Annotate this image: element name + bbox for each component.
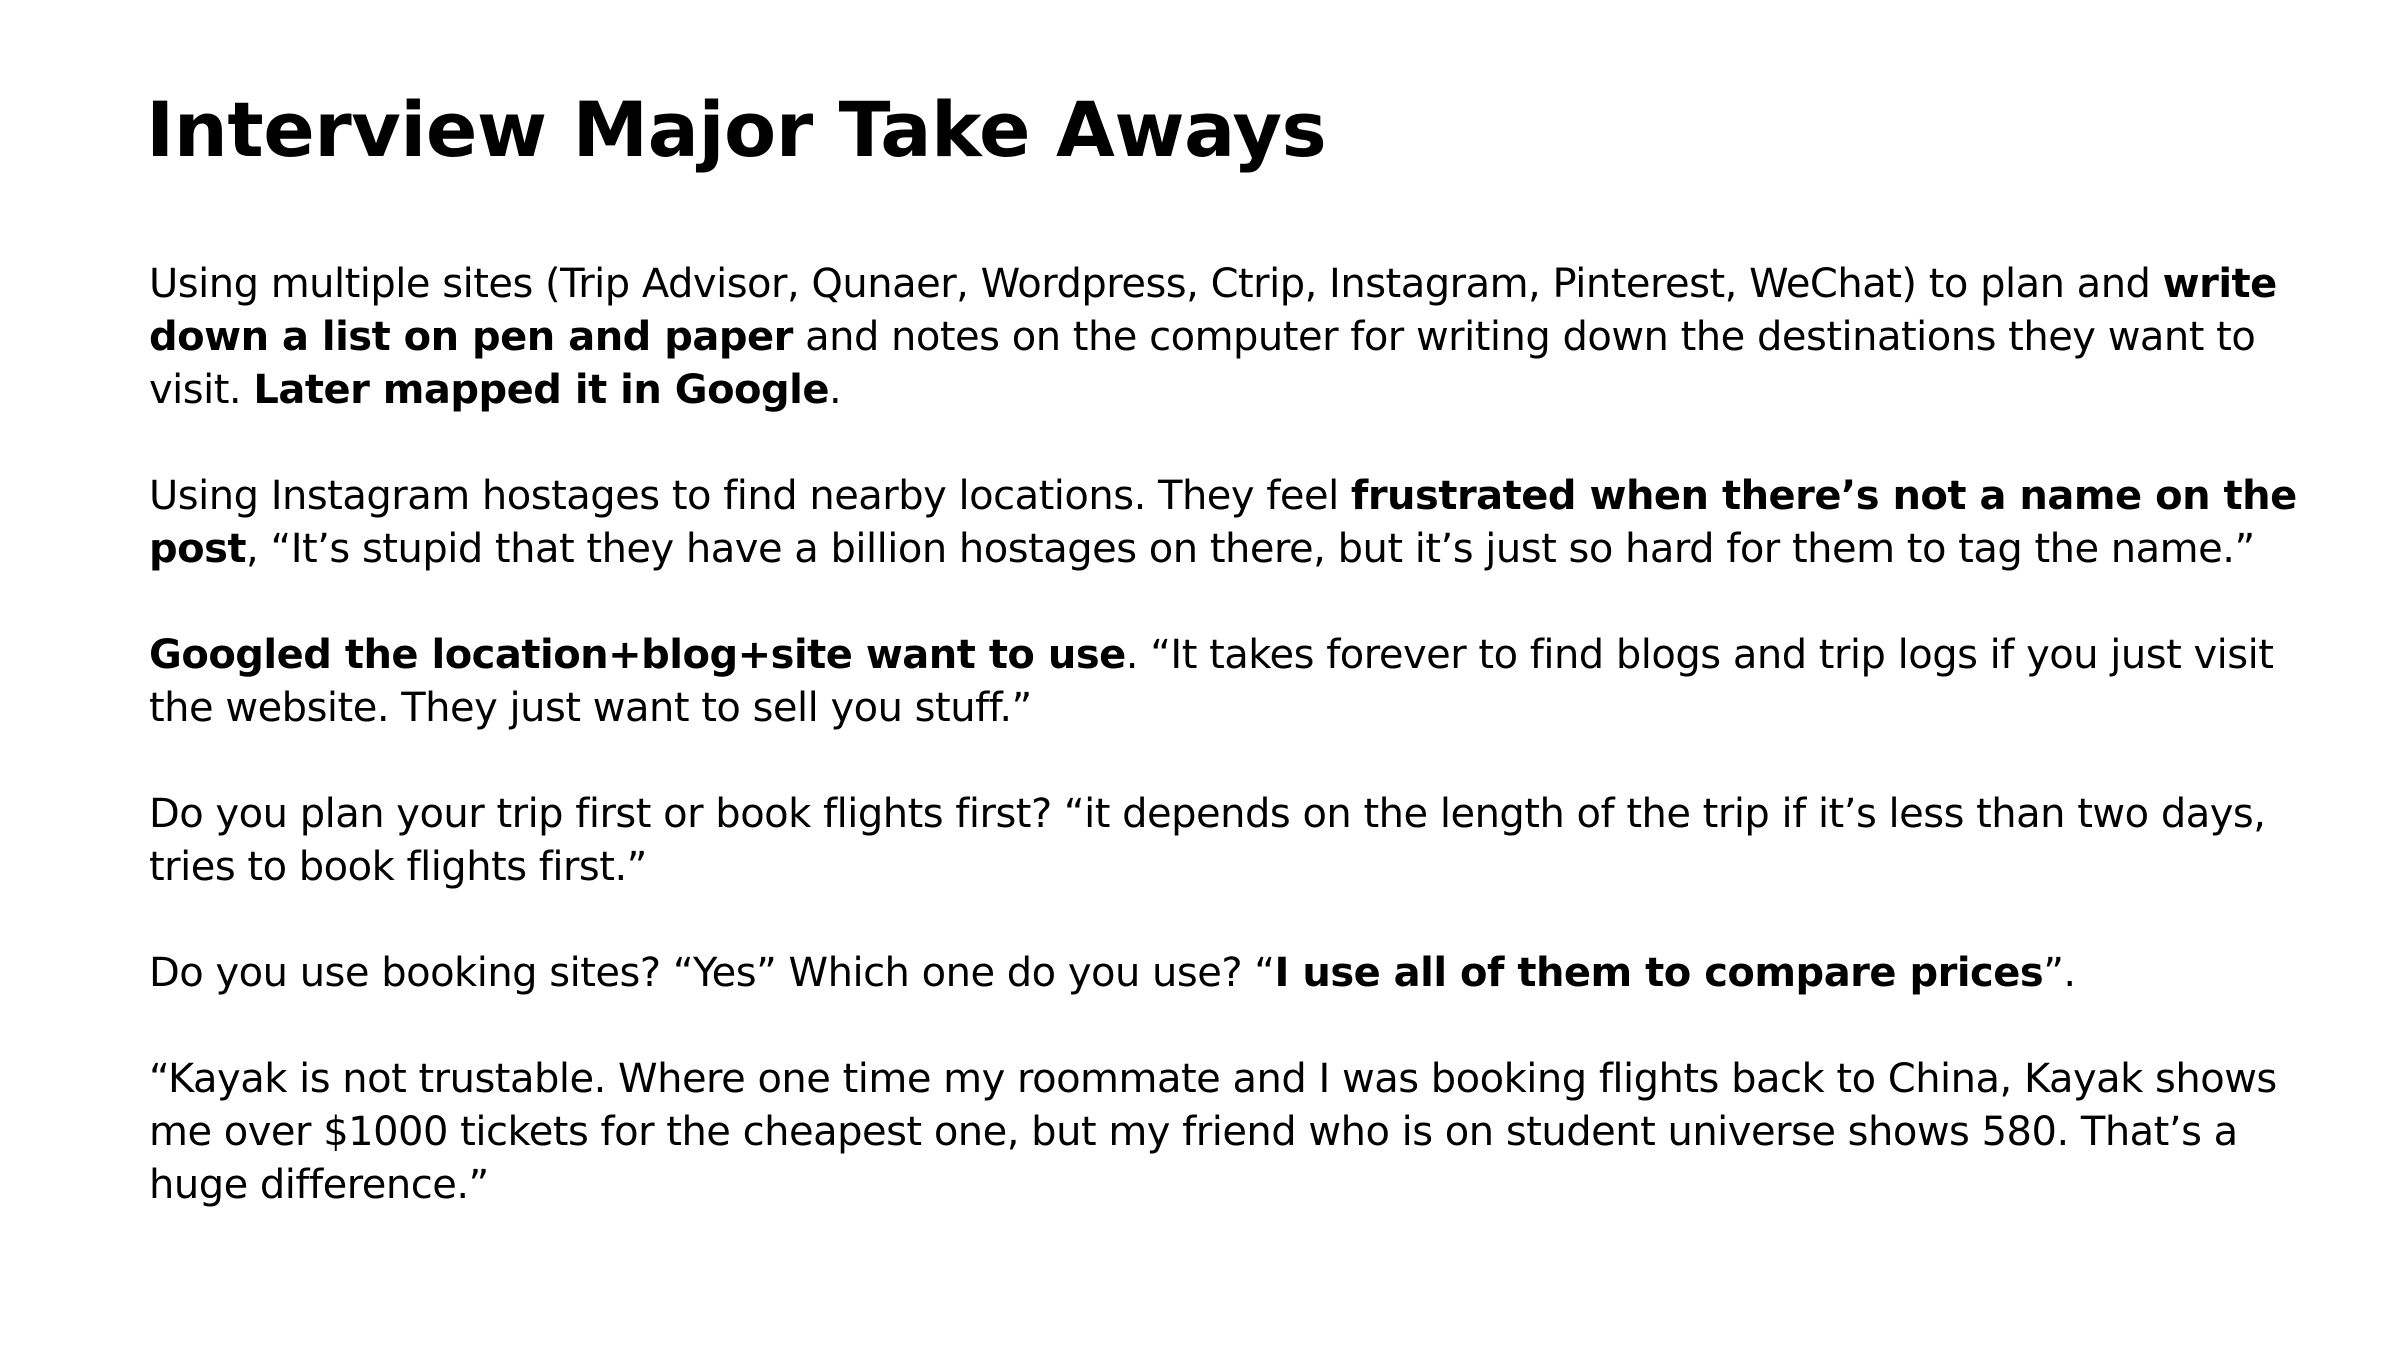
text-segment-bold: Later mapped it in Google [253,367,830,413]
slide-body: Using multiple sites (Trip Advisor, Quna… [149,258,2319,1265]
text-segment: Do you plan your trip first or book flig… [149,791,2266,890]
paragraph-plan-or-book: Do you plan your trip first or book flig… [149,788,2319,894]
text-segment: Using Instagram hostages to find nearby … [149,473,1351,519]
slide-title: Interview Major Take Aways [146,85,1327,174]
paragraph-booking-sites: Do you use booking sites? “Yes” Which on… [149,947,2319,1000]
text-segment: “Kayak is not trustable. Where one time … [149,1056,2277,1208]
text-segment: . [829,367,842,413]
text-segment: Do you use booking sites? “Yes” Which on… [149,950,1275,996]
paragraph-googled-location: Googled the location+blog+site want to u… [149,629,2319,735]
text-segment: ”. [2043,950,2076,996]
text-segment: Using multiple sites (Trip Advisor, Quna… [149,261,2163,307]
text-segment: , “It’s stupid that they have a billion … [246,526,2255,572]
slide: Interview Major Take Aways Using multipl… [0,0,2401,1350]
paragraph-kayak-quote: “Kayak is not trustable. Where one time … [149,1053,2319,1212]
paragraph-multiple-sites: Using multiple sites (Trip Advisor, Quna… [149,258,2319,417]
paragraph-instagram-hostages: Using Instagram hostages to find nearby … [149,470,2319,576]
text-segment-bold: I use all of them to compare prices [1274,950,2044,996]
text-segment-bold: Googled the location+blog+site want to u… [149,632,1126,678]
